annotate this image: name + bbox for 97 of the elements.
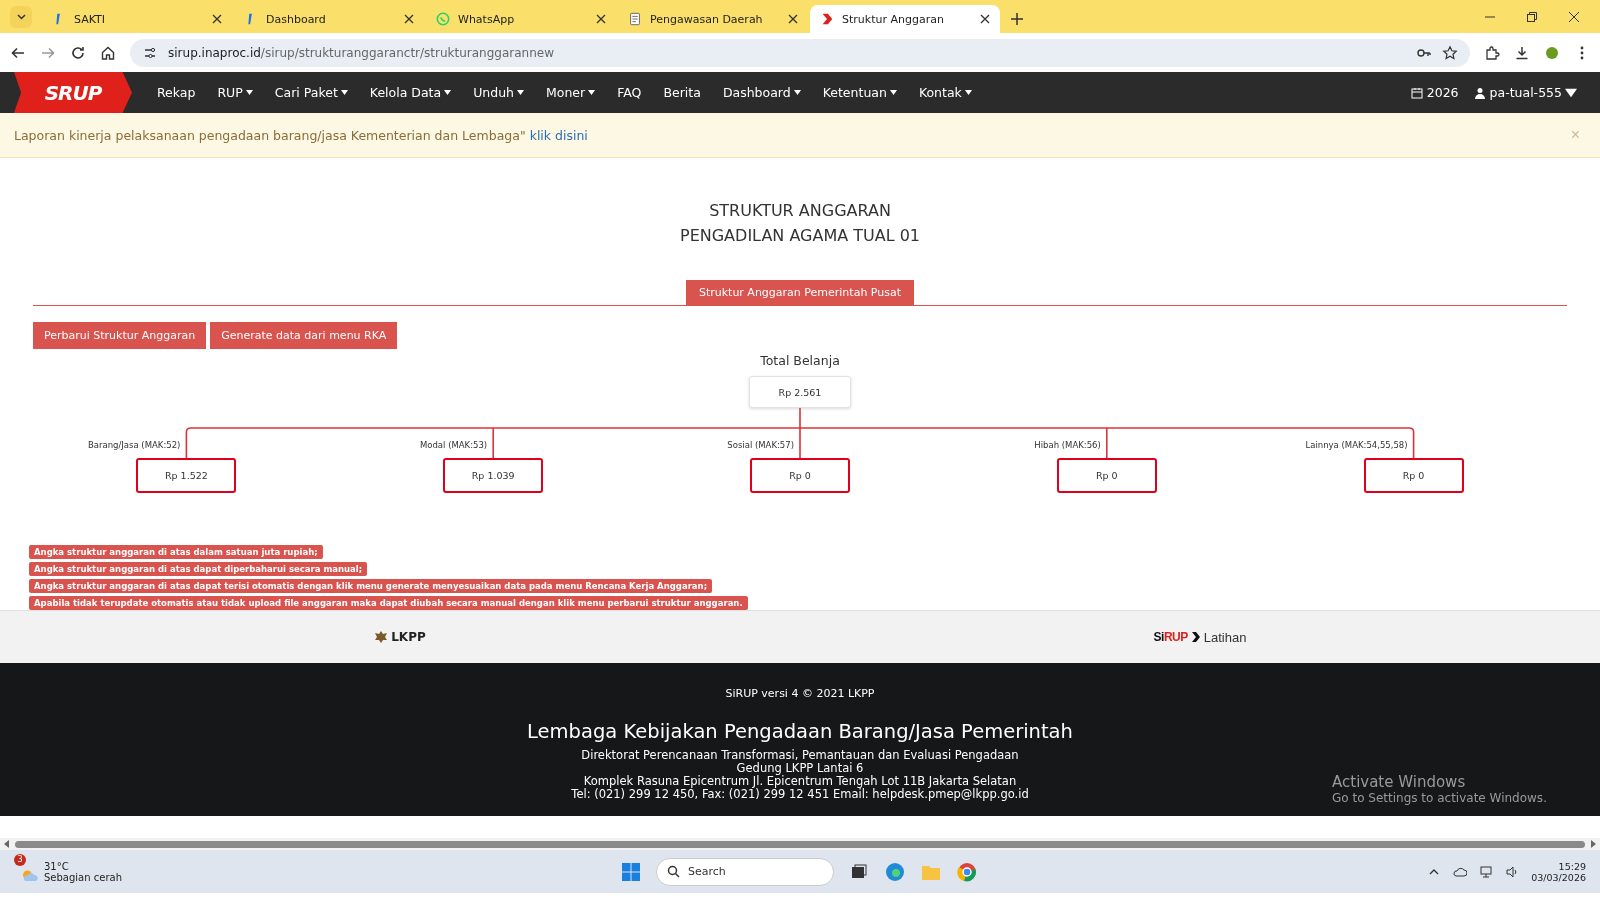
user-menu[interactable]: pa-tual-555 [1489, 85, 1588, 100]
temperature-text: 31°C [44, 860, 70, 872]
start-icon[interactable] [620, 860, 642, 883]
close-icon[interactable] [596, 14, 606, 24]
chat-icon [436, 12, 450, 26]
announcement-link[interactable]: klik disini [529, 127, 588, 143]
address-line: Tel: (021) 299 12 450, Fax: (021) 299 12 451 Email: helpdesk.pmep@lkpp.go.id [571, 788, 1029, 801]
page-title: PENGADILAN AGAMA TUAL 01 [680, 225, 920, 247]
branch-value-node: Rp 1.039 [443, 458, 544, 493]
address-bar[interactable]: sirup.inaproc.id/sirup/strukturanggaranctr/strukturanggarannew [130, 38, 1470, 67]
chrome-icon[interactable] [956, 860, 978, 883]
note-label: Angka struktur anggaran di atas dalam satuan juta rupiah; [29, 545, 323, 559]
page-title: STRUKTUR ANGGARAN [709, 200, 891, 222]
announcement-text: Laporan kinerja pelaksanaan pengadaan barang/jasa Kementerian dan Lembaga" klik disini [14, 127, 588, 143]
version-text: SiRUP versi 4 © 2021 LKPP [725, 687, 875, 700]
search-icon [667, 865, 680, 878]
branch-label: Modal (MAK:53) [419, 440, 488, 450]
nav-menu-item[interactable]: Ketentuan [811, 85, 908, 100]
caret-icon [793, 90, 801, 95]
nav-menu-item[interactable]: FAQ [606, 85, 653, 100]
close-icon[interactable] [1568, 11, 1580, 23]
nav-menu-item[interactable]: Rekap [146, 85, 207, 100]
address-line: Komplek Rasuna Epicentrum Jl. Epicentrum Tengah Lot 11B Jakarta Selatan [583, 775, 1017, 788]
browser-tab[interactable]: WhatsApp [426, 5, 616, 33]
total-value-node: Rp 2.561 [749, 376, 851, 408]
caret-icon [245, 90, 253, 95]
branch-label: Sosial (MAK:57) [727, 440, 794, 450]
lkpp-logo: LKPP [374, 630, 426, 644]
branch-value-node: Rp 0 [1056, 458, 1157, 493]
star-icon[interactable] [1442, 44, 1458, 61]
branch-label: Hibah (MAK:56) [1034, 440, 1101, 450]
caret-icon [340, 90, 348, 95]
caret-icon [517, 90, 524, 95]
calendar-icon [1410, 86, 1423, 99]
branch-label: Barang/Jasa (MAK:52) [87, 440, 181, 450]
scroll-right-icon[interactable] [1589, 840, 1597, 848]
tab-list-button[interactable] [10, 6, 32, 28]
document-icon [628, 12, 642, 26]
chevron-icon [820, 12, 834, 26]
close-icon[interactable] [212, 14, 222, 24]
caret-icon [964, 90, 972, 95]
total-label: Total Belanja [760, 353, 840, 368]
browser-tab[interactable]: Dashboard [234, 5, 424, 33]
browser-tab[interactable]: Struktur Anggaran [810, 5, 1000, 33]
close-icon[interactable] [788, 14, 798, 24]
caret-icon [1565, 86, 1577, 99]
nav-menu-item[interactable]: Berita [652, 85, 712, 100]
branch-value-node: Rp 1.522 [136, 458, 237, 493]
address-line: Gedung LKPP Lantai 6 [736, 762, 864, 775]
search-box[interactable]: Search [656, 857, 834, 886]
note-label: Angka struktur anggaran di atas dapat diperbaharui secara manual; [29, 562, 368, 576]
action-button[interactable]: Generate data dari menu RKA [210, 322, 398, 349]
note-label: Angka struktur anggaran di atas dapat terisi otomatis dengan klik menu generate menyesuaikan data pada menu Rencana Kerja Anggaran; [29, 579, 713, 593]
nav-menu-item[interactable]: Dashboard [711, 85, 812, 100]
browser-tab[interactable]: Pengawasan Daerah [618, 5, 808, 33]
nav-menu-item[interactable]: Unduh [462, 85, 535, 100]
nav-menu-item[interactable]: Kontak [907, 85, 983, 100]
network-icon[interactable] [1479, 864, 1494, 879]
nav-menu-item[interactable]: Moner [535, 85, 607, 100]
restore-icon[interactable] [1526, 11, 1538, 23]
horizontal-scrollbar[interactable] [0, 838, 1600, 850]
browser-icon[interactable] [884, 860, 906, 883]
nav-menu-item[interactable]: Kelola Data [358, 85, 463, 100]
activation-title: Activate Windows [1332, 773, 1467, 791]
extensions-icon[interactable] [1484, 44, 1500, 61]
home-icon[interactable] [100, 44, 116, 61]
caret-icon [16, 14, 26, 20]
reload-icon[interactable] [70, 44, 86, 61]
caret-icon [889, 90, 897, 95]
profile-icon[interactable] [1544, 44, 1560, 61]
download-icon[interactable] [1514, 44, 1530, 61]
branch-label: Lainnya (MAK:54,55,58) [1305, 440, 1408, 450]
branch-value-node: Rp 0 [1363, 458, 1464, 493]
clock[interactable]: 15:29 03/03/2026 [1531, 860, 1586, 883]
caret-icon [588, 90, 596, 95]
section-tab[interactable]: Struktur Anggaran Pemerintah Pusat [685, 280, 915, 305]
nav-menu-item[interactable]: RUP [206, 85, 264, 100]
close-icon[interactable] [980, 14, 990, 24]
weather-text: Sebagian cerah [44, 871, 122, 883]
emblem-icon [374, 630, 389, 644]
scroll-left-icon[interactable] [3, 840, 11, 848]
year-menu[interactable]: 2026 [1426, 85, 1470, 100]
activation-hint: Go to Settings to activate Windows. [1332, 791, 1547, 805]
user-icon [1473, 86, 1486, 99]
close-icon[interactable] [404, 14, 414, 24]
sirup-latihan-logo: SiRUP Latihan [1153, 629, 1247, 645]
caret-icon [444, 90, 452, 95]
new-tab-icon[interactable] [1010, 12, 1024, 26]
notification-badge: 3 [14, 853, 26, 866]
browser-tab[interactable]: SAKTI [42, 5, 232, 33]
nav-menu-item[interactable]: Cari Paket [263, 85, 359, 100]
address-line: Direktorat Perencanaan Transformasi, Pemantauan dan Evaluasi Pengadaan [581, 749, 1019, 762]
note-label: Apabila tidak terupdate otomatis atau tidak upload file anggaran maka dapat diubah secara manual dengan klik menu perbarui struktur anggaran. [29, 596, 748, 610]
organization-name: Lembaga Kebijakan Pengadaan Barang/Jasa Pemerintah [527, 720, 1073, 743]
branch-value-node: Rp 0 [750, 458, 850, 493]
action-button[interactable]: Perbarui Struktur Anggaran [33, 322, 207, 349]
site-logo[interactable]: SRUP [14, 72, 132, 113]
